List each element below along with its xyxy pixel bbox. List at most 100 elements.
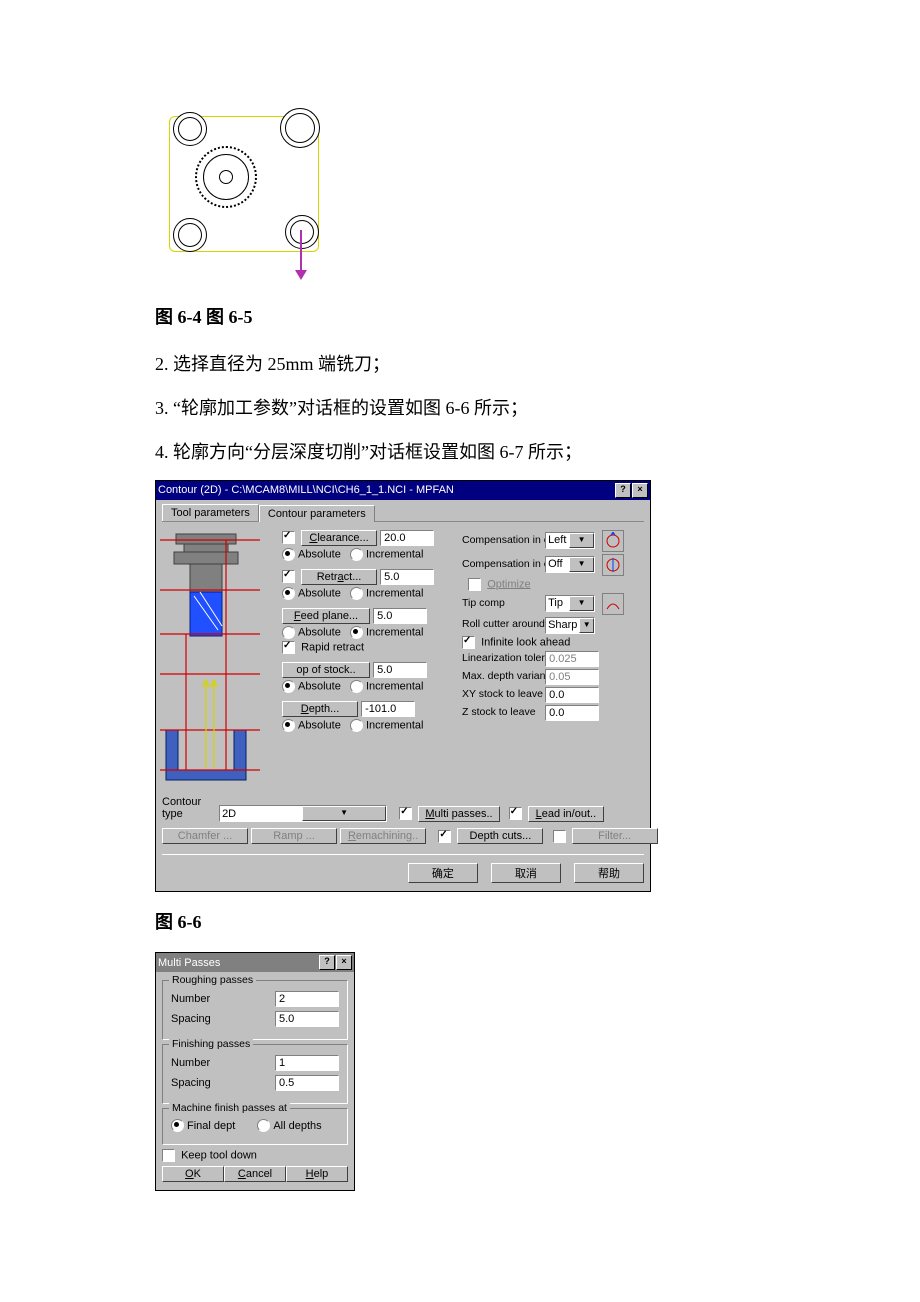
roughing-legend: Roughing passes bbox=[169, 974, 256, 986]
filter-checkbox[interactable] bbox=[553, 830, 566, 843]
retract-inc-radio[interactable] bbox=[350, 587, 363, 600]
mp-cancel-button[interactable]: Cancel bbox=[224, 1166, 286, 1182]
optimize-checkbox bbox=[468, 578, 481, 591]
rapid-retract-label: Rapid retract bbox=[301, 641, 364, 653]
depth-inc-radio[interactable] bbox=[350, 719, 363, 732]
retract-field[interactable]: 5.0 bbox=[380, 569, 434, 585]
retract-abs-radio[interactable] bbox=[282, 587, 295, 600]
optimize-label: Optimize bbox=[487, 578, 530, 590]
depthcuts-button[interactable]: Depth cuts... bbox=[457, 828, 543, 844]
topstock-field[interactable]: 5.0 bbox=[373, 662, 427, 678]
mp-help-button[interactable]: Help bbox=[286, 1166, 348, 1182]
contour-type-select[interactable]: 2D▼ bbox=[219, 805, 387, 822]
clearance-checkbox[interactable] bbox=[282, 531, 295, 544]
final-dept-radio[interactable] bbox=[171, 1119, 184, 1132]
rough-spacing-label: Spacing bbox=[171, 1013, 211, 1025]
topstock-button[interactable]: op of stock.. bbox=[282, 662, 370, 678]
remachining-button: Remachining.. bbox=[340, 828, 426, 844]
rough-number-label: Number bbox=[171, 993, 210, 1005]
paragraph-3: 3. “轮廓加工参数”对话框的设置如图 6-6 所示； bbox=[155, 391, 760, 425]
multipasses-button[interactable]: Multi passes.. bbox=[418, 806, 499, 822]
paragraph-4: 4. 轮廓方向“分层深度切削”对话框设置如图 6-7 所示； bbox=[155, 435, 760, 469]
rollcutter-label: Roll cutter around bbox=[462, 619, 542, 631]
zstock-label: Z stock to leave bbox=[462, 707, 542, 719]
maxdepth-label: Max. depth variance bbox=[462, 671, 542, 683]
figure-caption-6-6: 图 6-6 bbox=[155, 908, 760, 934]
finish-spacing-field[interactable]: 0.5 bbox=[275, 1075, 339, 1091]
ok-button[interactable]: 确定 bbox=[408, 863, 478, 883]
feedplane-inc-radio[interactable] bbox=[350, 626, 363, 639]
clearance-abs-radio[interactable] bbox=[282, 548, 295, 561]
leadinout-button[interactable]: Lead in/out.. bbox=[528, 806, 604, 822]
zstock-field[interactable]: 0.0 bbox=[545, 705, 599, 721]
keep-tool-down-label: Keep tool down bbox=[181, 1149, 257, 1161]
depth-button[interactable]: Depth... bbox=[282, 701, 358, 717]
retract-checkbox[interactable] bbox=[282, 570, 295, 583]
topstock-inc-radio[interactable] bbox=[350, 680, 363, 693]
lintol-field: 0.025 bbox=[545, 651, 599, 667]
topstock-abs-radio[interactable] bbox=[282, 680, 295, 693]
comp-computer-select[interactable]: Left▼ bbox=[545, 532, 595, 549]
dialog-title: Contour (2D) - C:\MCAM8\MILL\NCI\CH6_1_1… bbox=[158, 484, 454, 496]
tab-contour-parameters[interactable]: Contour parameters bbox=[259, 505, 375, 522]
comp-computer-label: Compensation in computer bbox=[462, 535, 542, 547]
keep-tool-down-checkbox[interactable] bbox=[162, 1149, 175, 1162]
paragraph-2: 2. 选择直径为 25mm 端铣刀； bbox=[155, 347, 760, 381]
filter-button: Filter... bbox=[572, 828, 658, 844]
mp-help-icon[interactable]: ? bbox=[319, 955, 335, 970]
infinite-look-label: Infinite look ahead bbox=[481, 636, 570, 648]
finish-number-field[interactable]: 1 bbox=[275, 1055, 339, 1071]
tab-tool-parameters[interactable]: Tool parameters bbox=[162, 504, 259, 521]
help-button-icon[interactable]: ? bbox=[615, 483, 631, 498]
depth-abs-radio[interactable] bbox=[282, 719, 295, 732]
finish-number-label: Number bbox=[171, 1057, 210, 1069]
finishing-legend: Finishing passes bbox=[169, 1038, 253, 1050]
lintol-label: Linearization tolerance bbox=[462, 653, 542, 665]
rollcutter-select[interactable]: Sharp▼ bbox=[545, 617, 595, 634]
feedplane-abs-radio[interactable] bbox=[282, 626, 295, 639]
tool-holder-diagram bbox=[162, 536, 272, 786]
toolpath-arrow bbox=[300, 230, 302, 274]
retract-button[interactable]: Retract... bbox=[301, 569, 377, 585]
help-button[interactable]: 帮助 bbox=[574, 863, 644, 883]
chamfer-button: Chamfer ... bbox=[162, 828, 248, 844]
feedplane-field[interactable]: 5.0 bbox=[373, 608, 427, 624]
clearance-button[interactable]: Clearance... bbox=[301, 530, 377, 546]
mfp-legend: Machine finish passes at bbox=[169, 1102, 290, 1114]
tipcomp-select[interactable]: Tip▼ bbox=[545, 595, 595, 612]
contour-type-label: Contourtype bbox=[162, 796, 216, 820]
leadinout-checkbox[interactable] bbox=[509, 807, 522, 820]
tipcomp-label: Tip comp bbox=[462, 598, 542, 610]
multipasses-title: Multi Passes bbox=[158, 957, 220, 969]
depthcuts-checkbox[interactable] bbox=[438, 830, 451, 843]
feedplane-button[interactable]: Feed plane... bbox=[282, 608, 370, 624]
figure-caption-6-4-5: 图 6-4 图 6-5 bbox=[155, 303, 760, 329]
finish-spacing-label: Spacing bbox=[171, 1077, 211, 1089]
depth-field[interactable]: -101.0 bbox=[361, 701, 415, 717]
dialog-titlebar: Contour (2D) - C:\MCAM8\MILL\NCI\CH6_1_1… bbox=[156, 481, 650, 500]
multipasses-dialog: Multi Passes ? × Roughing passes Number … bbox=[155, 952, 355, 1191]
cancel-button[interactable]: 取消 bbox=[491, 863, 561, 883]
clearance-field[interactable]: 20.0 bbox=[380, 530, 434, 546]
rapid-retract-checkbox[interactable] bbox=[282, 641, 295, 654]
comp-control-label: Compensation in control bbox=[462, 559, 542, 571]
infinite-look-checkbox[interactable] bbox=[462, 636, 475, 649]
mp-ok-button[interactable]: OK bbox=[162, 1166, 224, 1182]
rough-spacing-field[interactable]: 5.0 bbox=[275, 1011, 339, 1027]
rough-number-field[interactable]: 2 bbox=[275, 991, 339, 1007]
contour-dialog: Contour (2D) - C:\MCAM8\MILL\NCI\CH6_1_1… bbox=[155, 480, 651, 893]
tab-strip: Tool parameters Contour parameters bbox=[162, 504, 644, 522]
multipasses-checkbox[interactable] bbox=[399, 807, 412, 820]
cad-sketch bbox=[155, 110, 335, 285]
all-depths-radio[interactable] bbox=[257, 1119, 270, 1132]
comp-left-icon bbox=[602, 530, 624, 552]
mp-close-icon[interactable]: × bbox=[336, 955, 352, 970]
xystock-field[interactable]: 0.0 bbox=[545, 687, 599, 703]
xystock-label: XY stock to leave bbox=[462, 689, 542, 701]
all-depths-label: All depths bbox=[273, 1120, 321, 1132]
clearance-inc-radio[interactable] bbox=[350, 548, 363, 561]
ramp-button: Ramp ... bbox=[251, 828, 337, 844]
maxdepth-field: 0.05 bbox=[545, 669, 599, 685]
close-button-icon[interactable]: × bbox=[632, 483, 648, 498]
comp-control-select[interactable]: Off▼ bbox=[545, 556, 595, 573]
